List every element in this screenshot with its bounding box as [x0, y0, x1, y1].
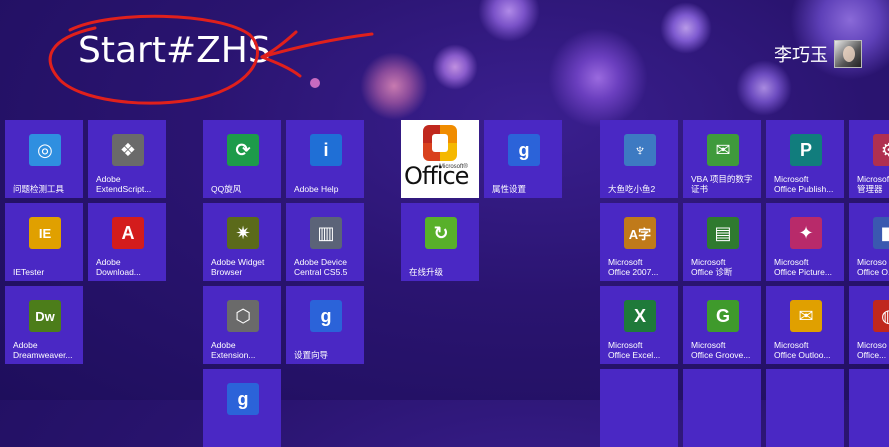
- adobe-help-icon: i: [310, 134, 342, 166]
- extension-manager-icon: ⬡: [227, 300, 259, 332]
- app-tile[interactable]: ⟳ QQ旋风: [203, 120, 281, 198]
- app-tile[interactable]: ▤ Microsoft Office 诊断: [683, 203, 761, 281]
- app-tile[interactable]: ◍ Microso Office...: [849, 286, 889, 364]
- microsoft-office-logo: [423, 125, 457, 161]
- properties-settings-icon: g: [508, 134, 540, 166]
- app-tile[interactable]: [849, 369, 889, 447]
- bokeh-decoration: [310, 78, 320, 88]
- tile-label: 设置向导: [294, 350, 329, 360]
- start-screen-title: Start#ZHS: [78, 30, 271, 71]
- tile-label: 问题检测工具: [13, 184, 65, 194]
- vba-certificate-icon: ✉: [707, 134, 739, 166]
- tile-label: Adobe ExtendScript...: [96, 174, 152, 194]
- office-language-icon: A字: [624, 217, 656, 249]
- tile-label: Adobe Widget Browser: [211, 257, 265, 277]
- dreamweaver-icon: Dw: [29, 300, 61, 332]
- tile-microsoft-office[interactable]: Office Microsoft®: [401, 120, 479, 198]
- tile-label: QQ旋风: [211, 184, 242, 194]
- app-tile[interactable]: [600, 369, 678, 447]
- partial-tile-icon: g: [227, 383, 259, 415]
- tile-label: Adobe Help: [294, 184, 339, 194]
- bokeh-decoration: [478, 0, 540, 42]
- app-tile[interactable]: P Microsoft Office Publish...: [766, 120, 844, 198]
- tile-label: IETester: [13, 267, 45, 277]
- app-tile[interactable]: X Microsoft Office Excel...: [600, 286, 678, 364]
- tile-label: Adobe Dreamweaver...: [13, 340, 73, 360]
- app-tile[interactable]: ▥ Adobe Device Central CS5.5: [286, 203, 364, 281]
- app-tile[interactable]: ♆ 大鱼吃小鱼2: [600, 120, 678, 198]
- app-tile[interactable]: g 属性设置: [484, 120, 562, 198]
- online-upgrade-icon: ↻: [425, 217, 457, 249]
- big-fish-icon: ♆: [624, 134, 656, 166]
- app-tile[interactable]: [683, 369, 761, 447]
- tile-label: VBA 项目的数字 证书: [691, 174, 753, 194]
- device-central-icon: ▥: [310, 217, 342, 249]
- tile-label: 属性设置: [492, 184, 527, 194]
- user-account[interactable]: 李巧玉: [774, 40, 862, 68]
- bokeh-decoration: [548, 28, 648, 128]
- app-tile[interactable]: ✦ Microsoft Office Picture...: [766, 203, 844, 281]
- app-tile[interactable]: ⬡ Adobe Extension...: [203, 286, 281, 364]
- bokeh-decoration: [432, 44, 478, 90]
- tile-label: Microsoft Office 诊断: [691, 257, 733, 277]
- app-tile[interactable]: ❖ Adobe ExtendScript...: [88, 120, 166, 198]
- app-tile[interactable]: ◎ 问题检测工具: [5, 120, 83, 198]
- bokeh-decoration: [660, 2, 712, 54]
- publisher-icon: P: [790, 134, 822, 166]
- app-tile[interactable]: G Microsoft Office Groove...: [683, 286, 761, 364]
- tile-label: Microso Office O...: [857, 257, 889, 277]
- tile-label: Microsoft Office Groove...: [691, 340, 751, 360]
- app-tile[interactable]: ✷ Adobe Widget Browser: [203, 203, 281, 281]
- groove-icon: G: [707, 300, 739, 332]
- app-tile[interactable]: IE IETester: [5, 203, 83, 281]
- app-tile[interactable]: ◧ Microso Office O...: [849, 203, 889, 281]
- tile-label: Adobe Extension...: [211, 340, 256, 360]
- tile-label: Microsoft 管理器: [857, 174, 889, 194]
- widget-browser-icon: ✷: [227, 217, 259, 249]
- office-partial-icon-2: ◍: [873, 300, 889, 332]
- excel-icon: X: [624, 300, 656, 332]
- user-name: 李巧玉: [774, 45, 828, 66]
- tile-label: Microsoft Office Outloo...: [774, 340, 831, 360]
- app-tile[interactable]: ↻ 在线升级: [401, 203, 479, 281]
- app-tile[interactable]: i Adobe Help: [286, 120, 364, 198]
- office-diagnostics-icon: ▤: [707, 217, 739, 249]
- office-manager-icon: ⚙: [873, 134, 889, 166]
- network-diagnostic-icon: ◎: [29, 134, 61, 166]
- outlook-icon: ✉: [790, 300, 822, 332]
- office-brand: Microsoft®: [439, 164, 468, 170]
- extendscript-icon: ❖: [112, 134, 144, 166]
- app-tile[interactable]: A字 Microsoft Office 2007...: [600, 203, 678, 281]
- app-tile[interactable]: Dw Adobe Dreamweaver...: [5, 286, 83, 364]
- app-tile[interactable]: ✉ VBA 项目的数字 证书: [683, 120, 761, 198]
- tile-label: 大鱼吃小鱼2: [608, 184, 656, 194]
- app-tile[interactable]: ⚙ Microsoft 管理器: [849, 120, 889, 198]
- tile-label: Microsoft Office Publish...: [774, 174, 834, 194]
- picture-manager-icon: ✦: [790, 217, 822, 249]
- tile-label: Microsoft Office 2007...: [608, 257, 659, 277]
- ietester-icon: IE: [29, 217, 61, 249]
- app-tile[interactable]: g 设置向导: [286, 286, 364, 364]
- tile-label: Adobe Device Central CS5.5: [294, 257, 348, 277]
- setup-wizard-icon: g: [310, 300, 342, 332]
- app-tile[interactable]: ✉ Microsoft Office Outloo...: [766, 286, 844, 364]
- adobe-download-icon: A: [112, 217, 144, 249]
- app-tile[interactable]: A Adobe Download...: [88, 203, 166, 281]
- bokeh-decoration: [360, 52, 428, 120]
- app-tile[interactable]: [766, 369, 844, 447]
- tile-label: Microsoft Office Picture...: [774, 257, 832, 277]
- bokeh-decoration: [736, 60, 792, 116]
- tile-label: Adobe Download...: [96, 257, 141, 277]
- tile-label: 在线升级: [409, 267, 444, 277]
- tile-label: Microso Office...: [857, 340, 887, 360]
- user-avatar: [834, 40, 862, 68]
- office-partial-icon: ◧: [873, 217, 889, 249]
- app-tile[interactable]: g: [203, 369, 281, 447]
- qq-whirlwind-icon: ⟳: [227, 134, 259, 166]
- tile-label: Microsoft Office Excel...: [608, 340, 661, 360]
